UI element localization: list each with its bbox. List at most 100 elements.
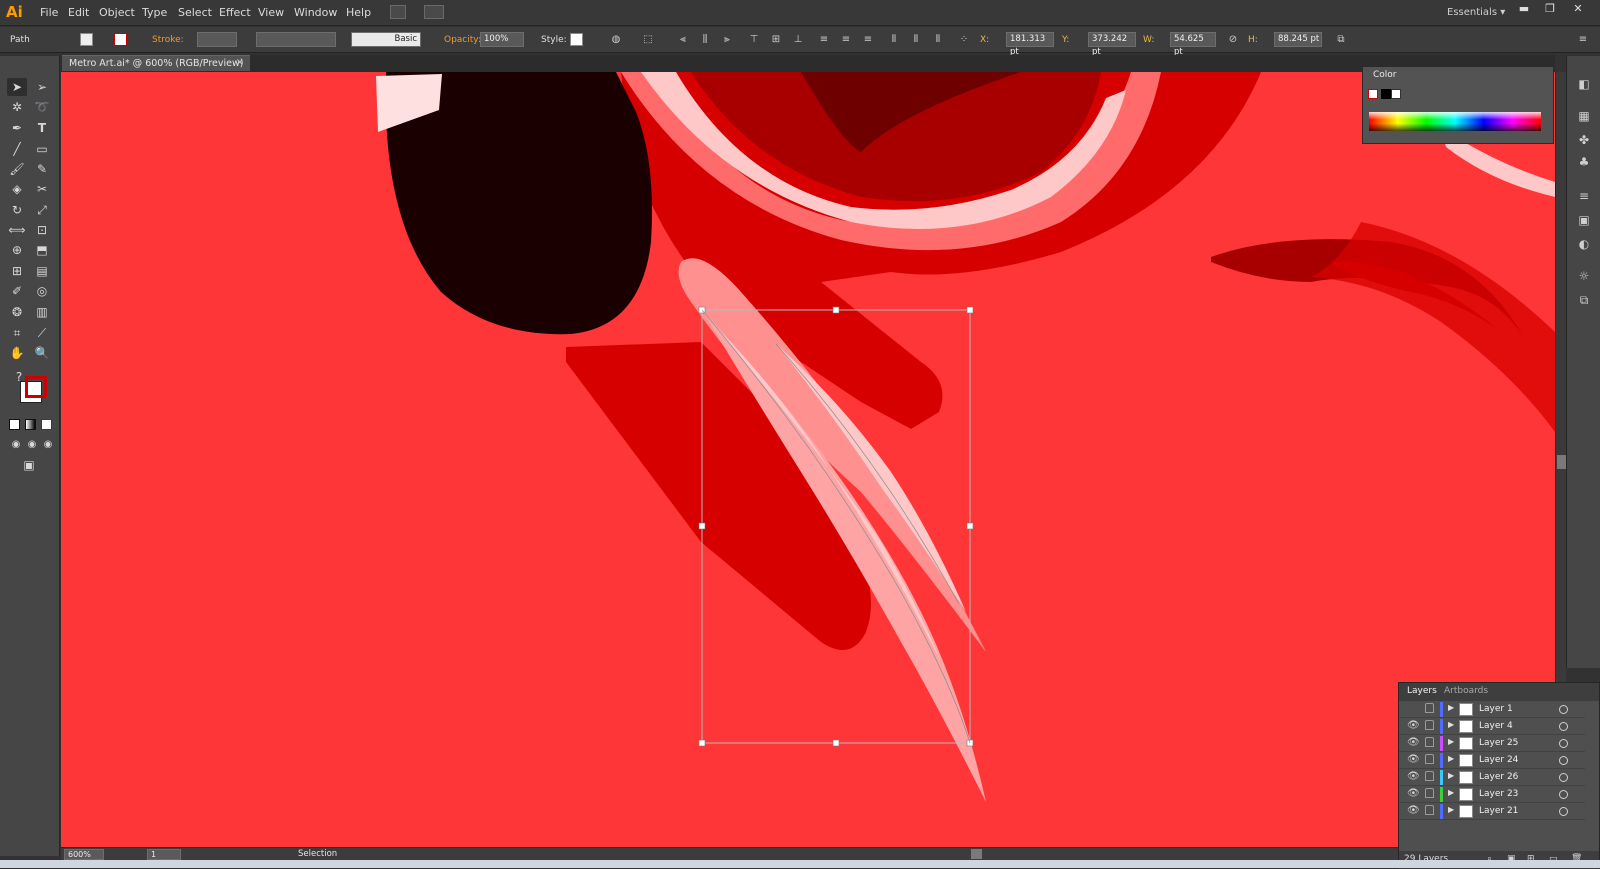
w-label[interactable]: W: xyxy=(1143,35,1154,45)
type-tool-icon[interactable]: T xyxy=(32,119,52,137)
lock-icon[interactable] xyxy=(1425,720,1434,730)
target-circle-icon[interactable] xyxy=(1559,756,1568,765)
artboard-canvas[interactable] xyxy=(61,72,1555,847)
rectangle-tool-icon[interactable]: ▭ xyxy=(32,140,52,158)
direct-selection-tool-icon[interactable]: ➢ xyxy=(32,78,52,96)
color-mode-icon[interactable] xyxy=(9,419,20,430)
layer-row[interactable]: 👁 ▶ Layer 26 xyxy=(1399,769,1585,786)
draw-inside-icon[interactable]: ◉ xyxy=(38,436,58,454)
layer-name[interactable]: Layer 24 xyxy=(1479,755,1518,765)
appearance-icon[interactable]: ☼ xyxy=(1576,268,1592,284)
transparency-icon[interactable]: ◐ xyxy=(1576,236,1592,252)
handle-middle-left[interactable] xyxy=(698,522,706,530)
target-circle-icon[interactable] xyxy=(1559,739,1568,748)
black-swatch[interactable] xyxy=(1381,89,1391,99)
arrange-documents-icon[interactable] xyxy=(424,5,444,19)
color-spectrum[interactable] xyxy=(1369,112,1541,131)
opacity-field[interactable]: 100% xyxy=(480,32,524,47)
horizontal-scrollbar-thumb[interactable] xyxy=(971,849,982,859)
current-tool-label[interactable]: Selection xyxy=(298,849,337,859)
symbols-icon[interactable]: ♣ xyxy=(1576,154,1592,170)
align-middle-icon[interactable]: ⊞ xyxy=(769,33,783,46)
align-center-icon[interactable]: ⫼ xyxy=(698,33,712,46)
stroke-label[interactable]: Stroke: xyxy=(152,35,184,45)
scale-tool-icon[interactable]: ⤢ xyxy=(32,201,52,219)
visibility-eye-icon[interactable]: 👁 xyxy=(1407,754,1420,765)
symbol-sprayer-tool-icon[interactable]: ❂ xyxy=(7,303,27,321)
lock-icon[interactable] xyxy=(1425,703,1434,713)
stroke-swatch-icon[interactable] xyxy=(114,33,127,46)
h-field[interactable]: 88.245 pt xyxy=(1274,32,1322,47)
eyedropper-tool-icon[interactable]: ✐ xyxy=(7,282,27,300)
layer-name[interactable]: Layer 23 xyxy=(1479,789,1518,799)
expand-triangle-icon[interactable]: ▶ xyxy=(1448,737,1454,746)
screen-mode-icon[interactable]: ▣ xyxy=(19,456,39,474)
selection-tool-icon[interactable]: ➤ xyxy=(7,78,27,96)
layer-row[interactable]: ▶ Layer 1 xyxy=(1399,701,1585,718)
handle-top-right[interactable] xyxy=(966,306,974,314)
white-swatch[interactable] xyxy=(1391,89,1401,99)
x-field[interactable]: 181.313 pt xyxy=(1006,32,1054,57)
y-label[interactable]: Y: xyxy=(1062,35,1069,45)
transform-options-icon[interactable]: ⧉ xyxy=(1334,33,1348,46)
artboard-tool-icon[interactable]: ⌗ xyxy=(7,324,27,342)
target-circle-icon[interactable] xyxy=(1559,722,1568,731)
blend-tool-icon[interactable]: ◎ xyxy=(32,282,52,300)
w-field[interactable]: 54.625 pt xyxy=(1170,32,1216,57)
layer-name[interactable]: Layer 21 xyxy=(1479,806,1518,816)
color-panel-title[interactable]: Color xyxy=(1373,70,1397,80)
handle-bottom-center[interactable] xyxy=(832,739,840,747)
opacity-label[interactable]: Opacity: xyxy=(444,35,481,45)
stroke-color-icon[interactable] xyxy=(25,376,47,398)
expand-triangle-icon[interactable]: ▶ xyxy=(1448,771,1454,780)
layer-name[interactable]: Layer 1 xyxy=(1479,704,1513,714)
graphic-style-swatch-icon[interactable] xyxy=(570,33,583,46)
handle-middle-right[interactable] xyxy=(966,522,974,530)
layer-row[interactable]: 👁 ▶ Layer 24 xyxy=(1399,752,1585,769)
layer-row[interactable]: 👁 ▶ Layer 23 xyxy=(1399,786,1585,803)
menu-edit[interactable]: Edit xyxy=(68,6,89,19)
magic-wand-tool-icon[interactable]: ✲ xyxy=(7,98,27,116)
target-circle-icon[interactable] xyxy=(1559,790,1568,799)
menu-file[interactable]: File xyxy=(40,6,58,19)
layer-name[interactable]: Layer 25 xyxy=(1479,738,1518,748)
y-field[interactable]: 373.242 pt xyxy=(1088,32,1136,57)
visibility-eye-icon[interactable]: 👁 xyxy=(1407,720,1420,731)
close-button[interactable]: ✕ xyxy=(1566,0,1590,18)
align-left-icon[interactable]: ⫷ xyxy=(676,33,690,46)
layer-name[interactable]: Layer 26 xyxy=(1479,772,1518,782)
handle-top-center[interactable] xyxy=(832,306,840,314)
rotate-tool-icon[interactable]: ↻ xyxy=(7,201,27,219)
menu-select[interactable]: Select xyxy=(178,6,212,19)
reference-point-icon[interactable]: ⁘ xyxy=(957,33,971,46)
distribute-center-icon[interactable]: ≡ xyxy=(839,33,853,46)
lock-icon[interactable] xyxy=(1425,805,1434,815)
lasso-tool-icon[interactable]: ➰ xyxy=(32,98,52,116)
distribute-left-icon[interactable]: ⦀ xyxy=(887,33,901,46)
pencil-tool-icon[interactable]: ✎ xyxy=(32,160,52,178)
target-circle-icon[interactable] xyxy=(1559,705,1568,714)
variable-width-field[interactable] xyxy=(256,32,336,47)
layer-row[interactable]: 👁 ▶ Layer 21 xyxy=(1399,803,1585,820)
scissors-tool-icon[interactable]: ✂ xyxy=(32,180,52,198)
menu-help[interactable]: Help xyxy=(346,6,371,19)
h-label[interactable]: H: xyxy=(1248,35,1258,45)
zoom-field[interactable]: 600% xyxy=(64,849,104,860)
swatches-icon[interactable]: ▦ xyxy=(1576,108,1592,124)
shape-builder-tool-icon[interactable]: ⊕ xyxy=(7,241,27,259)
visibility-eye-icon[interactable]: 👁 xyxy=(1407,788,1420,799)
zoom-tool-icon[interactable]: 🔍 xyxy=(32,344,52,362)
handle-bottom-left[interactable] xyxy=(698,739,706,747)
menu-effect[interactable]: Effect xyxy=(219,6,251,19)
document-tab[interactable]: Metro Art.ai* @ 600% (RGB/Preview) × xyxy=(62,55,250,71)
menu-object[interactable]: Object xyxy=(99,6,135,19)
perspective-grid-tool-icon[interactable]: ⬒ xyxy=(32,241,52,259)
mesh-tool-icon[interactable]: ⊞ xyxy=(7,262,27,280)
restore-button[interactable]: ❐ xyxy=(1538,0,1562,18)
visibility-eye-icon[interactable]: 👁 xyxy=(1407,737,1420,748)
stroke-icon[interactable]: ≡ xyxy=(1576,188,1592,204)
gradient-tool-icon[interactable]: ▤ xyxy=(32,262,52,280)
line-tool-icon[interactable]: ╱ xyxy=(7,140,27,158)
expand-triangle-icon[interactable]: ▶ xyxy=(1448,703,1454,712)
constrain-link-icon[interactable]: ⊘ xyxy=(1226,33,1240,46)
